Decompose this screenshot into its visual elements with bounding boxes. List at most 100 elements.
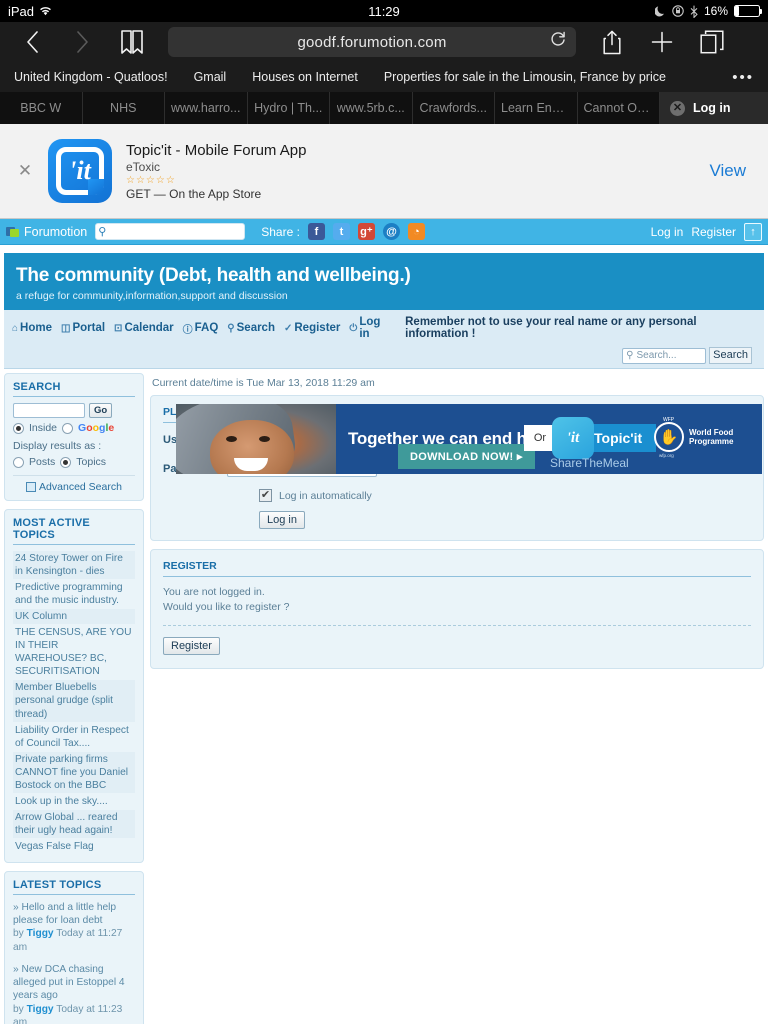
list-item[interactable]: Vegas False Flag — [13, 839, 135, 854]
bookmark-item-1[interactable]: Gmail — [194, 70, 227, 84]
tab-cannot-open[interactable]: Cannot Op... — [578, 92, 660, 124]
new-tab-button[interactable] — [642, 26, 682, 58]
google-plus-icon[interactable]: g⁺ — [357, 223, 375, 240]
tab-nhs[interactable]: NHS — [83, 92, 165, 124]
nav-label: Portal — [72, 322, 106, 334]
ad-download-button[interactable]: DOWNLOAD NOW! ▸ — [398, 444, 535, 469]
status-clock: 11:29 — [368, 3, 400, 19]
nav-notice: Remember not to use your real name or an… — [405, 316, 697, 340]
forumotion-search-input[interactable]: ⚲ — [95, 223, 246, 240]
bookmarks-button[interactable] — [112, 26, 152, 58]
bookmarks-overflow-button[interactable]: ••• — [732, 69, 754, 86]
radio-posts-label: Posts — [29, 456, 56, 468]
list-item[interactable]: » Hello and a little help please for loa… — [13, 901, 135, 954]
nav-item-portal[interactable]: ◫ Portal — [61, 322, 105, 334]
tab-label: Crawfords... — [419, 101, 487, 115]
forward-button[interactable] — [62, 26, 102, 58]
nav-item-search[interactable]: ⚲ Search — [227, 322, 275, 334]
twitter-icon[interactable]: t — [332, 223, 350, 240]
bookmark-item-3[interactable]: Properties for sale in the Limousin, Fra… — [384, 70, 666, 84]
tab-5rb[interactable]: www.5rb.c... — [330, 92, 413, 124]
register-panel-title: REGISTER — [163, 560, 751, 577]
tab-learn-english[interactable]: Learn Engl... — [495, 92, 578, 124]
topic-title: » New DCA chasing alleged put in Estoppe… — [13, 963, 125, 1002]
share-the-meal-ad-banner[interactable]: Together we can end hunger! DOWNLOAD NOW… — [176, 404, 762, 474]
wfp-logo: ✋ WFP wfp.org World Food Programme — [654, 417, 734, 458]
bookmark-item-0[interactable]: United Kingdom - Quatloos! — [14, 70, 168, 84]
nav-item-home[interactable]: ⌂ Home — [12, 322, 52, 334]
smiling-girl-photo — [176, 404, 336, 474]
sidebar-go-button[interactable]: Go — [89, 403, 113, 418]
login-submit-button[interactable]: Log in — [259, 511, 305, 529]
reload-icon[interactable] — [551, 31, 566, 53]
sidebar-search-panel: SEARCH Go Inside Google Display results … — [4, 373, 144, 501]
wfp-line2: Programme — [689, 437, 734, 446]
register-button[interactable]: Register — [163, 637, 220, 656]
sidebar-search-row: Go — [13, 403, 135, 418]
tab-hydro[interactable]: Hydro | Th... — [248, 92, 330, 124]
forumotion-logo-icon — [6, 226, 20, 238]
bookmark-item-2[interactable]: Houses on Internet — [252, 70, 358, 84]
radio-topics[interactable] — [60, 456, 72, 468]
forumotion-login-link[interactable]: Log in — [651, 225, 684, 239]
list-item[interactable]: Predictive programming and the music ind… — [13, 580, 135, 608]
list-item[interactable]: Liability Order in Respect of Council Ta… — [13, 723, 135, 751]
google-plus-glyph: g⁺ — [360, 226, 373, 238]
tab-strip: BBC W NHS www.harro... Hydro | Th... www… — [0, 92, 768, 124]
list-item[interactable]: UK Column — [13, 609, 135, 625]
forumotion-logo[interactable]: Forumotion — [6, 225, 87, 239]
current-datetime: Current date/time is Tue Mar 13, 2018 11… — [152, 377, 375, 389]
list-item[interactable]: Arrow Global ... reared their ugly head … — [13, 809, 135, 838]
list-item[interactable]: Look up in the sky.... — [13, 794, 135, 809]
nav-search-input[interactable]: ⚲ Search... — [622, 347, 707, 364]
topic-author[interactable]: Tiggy — [27, 1004, 54, 1015]
facebook-icon[interactable]: f — [307, 223, 325, 240]
radio-google[interactable] — [62, 422, 74, 434]
tab-bbc[interactable]: BBC W — [0, 92, 83, 124]
nav-item-login[interactable]: ⏻ Log in — [349, 316, 392, 340]
email-icon[interactable]: @ — [382, 223, 400, 240]
tab-log-in[interactable]: ✕ Log in — [660, 92, 768, 124]
app-icon-glyph: 'it — [69, 156, 91, 185]
list-item[interactable]: THE CENSUS, ARE YOU IN THEIR WAREHOUSE? … — [13, 625, 135, 679]
ad-topicit-label: Topic'it — [594, 430, 643, 446]
nav-item-faq[interactable]: ⓘ FAQ — [183, 321, 219, 336]
main-column: Current date/time is Tue Mar 13, 2018 11… — [150, 373, 764, 1024]
radio-posts[interactable] — [13, 456, 24, 468]
divider — [163, 625, 751, 627]
app-store-subtitle: GET — On the App Store — [126, 186, 262, 201]
list-item[interactable]: Private parking firms CANNOT fine you Da… — [13, 751, 135, 793]
sidebar-scope-row: Inside Google — [13, 422, 135, 434]
nav-label: FAQ — [194, 322, 219, 334]
forumotion-register-link[interactable]: Register — [691, 225, 736, 239]
advanced-search-link[interactable]: Advanced Search — [13, 475, 135, 493]
auto-login-label: Log in automatically — [279, 489, 372, 502]
tab-crawfords[interactable]: Crawfords... — [413, 92, 495, 124]
share-button[interactable] — [592, 26, 632, 58]
app-view-button[interactable]: View — [709, 161, 752, 181]
rss-icon[interactable]: ◔ — [407, 223, 425, 240]
radio-inside[interactable] — [13, 422, 24, 434]
google-logo: Google — [78, 422, 115, 434]
nav-label: Log in — [359, 316, 381, 340]
banner-close-icon[interactable]: ✕ — [16, 161, 34, 181]
tab-harro[interactable]: www.harro... — [165, 92, 248, 124]
list-item[interactable]: » New DCA chasing alleged put in Estoppe… — [13, 963, 135, 1024]
topic-author[interactable]: Tiggy — [27, 928, 54, 939]
close-icon[interactable]: ✕ — [670, 100, 685, 116]
nav-item-register[interactable]: ✓ Register — [284, 322, 340, 334]
nav-item-calendar[interactable]: ⊡ Calendar — [114, 322, 174, 334]
address-bar[interactable]: goodf.forumotion.com — [168, 27, 576, 57]
url-text: goodf.forumotion.com — [297, 33, 447, 51]
list-item[interactable]: Member Bluebells personal grudge (split … — [13, 680, 135, 722]
back-button[interactable] — [12, 26, 52, 58]
forum-nav-links: ⌂ Home ◫ Portal ⊡ Calendar ⓘ FAQ ⚲ Search ✓ Re… — [12, 316, 756, 340]
display-results-label: Display results as : — [13, 440, 102, 452]
auto-login-checkbox[interactable]: ✔ — [259, 489, 272, 502]
tabs-button[interactable] — [692, 26, 732, 58]
list-item[interactable]: 24 Storey Tower on Fire in Kensington - … — [13, 551, 135, 580]
advanced-search-label: Advanced Search — [39, 481, 122, 493]
nav-search-button[interactable]: Search — [709, 347, 752, 364]
sidebar-search-input[interactable] — [13, 403, 85, 418]
arrow-up-icon[interactable]: ↑ — [744, 222, 762, 241]
